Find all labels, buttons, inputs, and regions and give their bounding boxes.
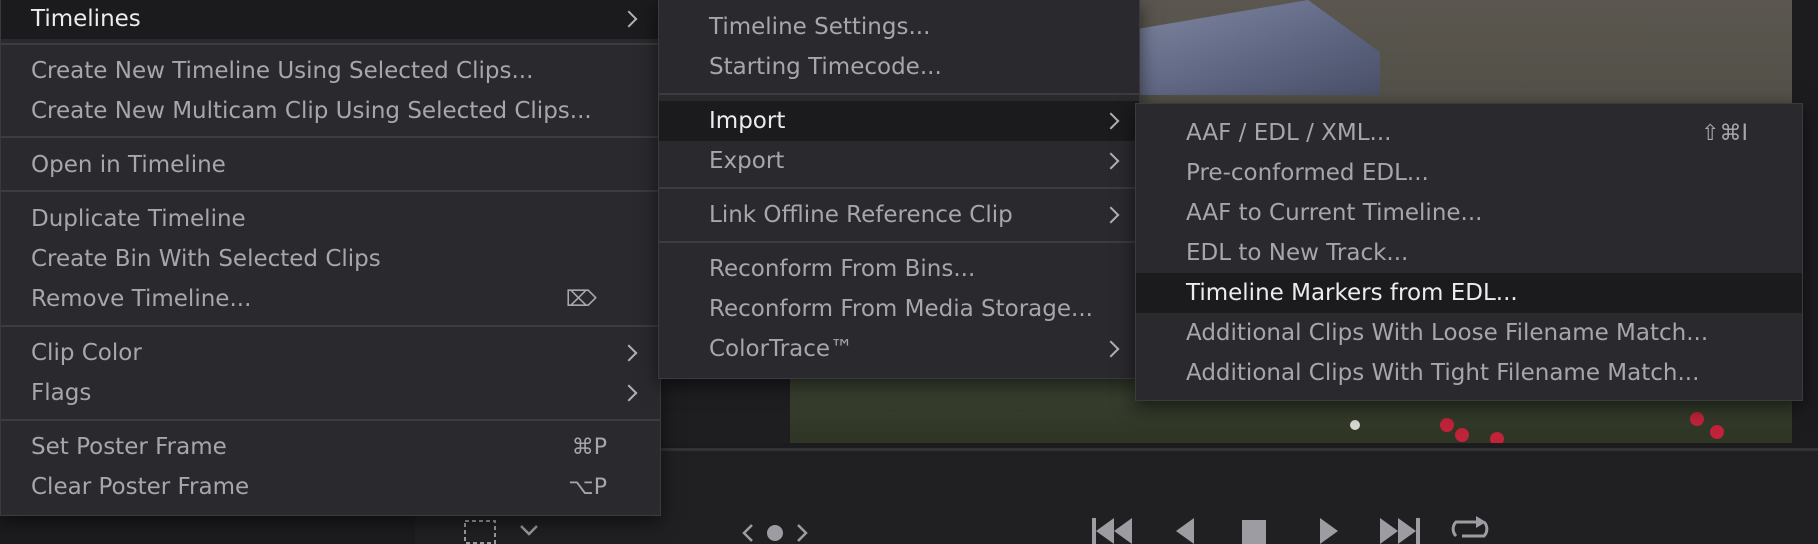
chevron-down-icon[interactable]: [518, 522, 540, 544]
menu-item-export[interactable]: Export: [659, 141, 1139, 181]
menu-item-create-multicam-clip[interactable]: Create New Multicam Clip Using Selected …: [1, 91, 660, 131]
play-reverse-icon[interactable]: [1172, 516, 1198, 544]
menu-item-label: Reconform From Bins...: [709, 256, 976, 282]
chevron-right-icon: [1102, 112, 1120, 130]
menu-item-create-new-timeline[interactable]: Create New Timeline Using Selected Clips…: [1, 51, 660, 91]
menu-item-label: Clear Poster Frame: [31, 474, 250, 500]
viewer-image-flower: [1455, 428, 1469, 442]
menu-item-label: Timeline Markers from EDL...: [1186, 280, 1518, 306]
delete-forward-icon: ⌦: [565, 286, 597, 312]
menu-item-flags[interactable]: Flags: [1, 373, 660, 413]
menu-item-label: Reconform From Media Storage...: [709, 296, 1093, 322]
menu-item-label: Additional Clips With Tight Filename Mat…: [1186, 360, 1700, 386]
viewer-image-flower: [1690, 412, 1704, 426]
menu-item-shortcut: ⇧⌘I: [1701, 120, 1748, 146]
menu-item-colortrace[interactable]: ColorTrace™: [659, 329, 1139, 369]
app-window: Timelines Create New Timeline Using Sele…: [0, 0, 1818, 544]
menu-item-label: Create Bin With Selected Clips: [31, 246, 381, 272]
menu-separator: [659, 93, 1139, 95]
menu-item-label: Pre-conformed EDL...: [1186, 160, 1429, 186]
chevron-right-icon: [620, 344, 638, 362]
menu-item-reconform-from-bins[interactable]: Reconform From Bins...: [659, 249, 1139, 289]
play-icon[interactable]: [1316, 516, 1342, 544]
context-menu-main: Timelines Create New Timeline Using Sele…: [0, 0, 661, 516]
menu-item-label: Remove Timeline...: [31, 286, 252, 312]
menu-item-pre-conformed-edl[interactable]: Pre-conformed EDL...: [1136, 153, 1802, 193]
submenu-timelines: Timeline Settings... Starting Timecode..…: [658, 0, 1140, 379]
menu-item-shortcut: ⌥P: [568, 474, 607, 500]
menu-separator: [1, 43, 660, 45]
menu-item-timelines[interactable]: Timelines: [1, 0, 660, 39]
menu-item-clear-poster-frame[interactable]: Clear Poster Frame ⌥P: [1, 467, 660, 507]
menu-item-label: Duplicate Timeline: [31, 206, 246, 232]
menu-separator: [1, 419, 660, 421]
viewer-image-barn: [1140, 0, 1380, 95]
menu-item-label: ColorTrace™: [709, 336, 854, 362]
submenu-import: AAF / EDL / XML... ⇧⌘I Pre-conformed EDL…: [1135, 103, 1803, 401]
menu-item-aaf-to-current-timeline[interactable]: AAF to Current Timeline...: [1136, 193, 1802, 233]
menu-item-label: Clip Color: [31, 340, 142, 366]
chevron-right-icon: [620, 384, 638, 402]
menu-item-starting-timecode[interactable]: Starting Timecode...: [659, 47, 1139, 87]
menu-item-shortcut: ⌘P: [571, 434, 607, 460]
viewer-image-flower: [1710, 425, 1724, 439]
menu-item-label: Timelines: [31, 6, 141, 32]
menu-item-additional-clips-tight[interactable]: Additional Clips With Tight Filename Mat…: [1136, 353, 1802, 393]
viewer-image-flower: [1490, 432, 1504, 443]
menu-item-additional-clips-loose[interactable]: Additional Clips With Loose Filename Mat…: [1136, 313, 1802, 353]
viewer-image-flower: [1440, 418, 1454, 432]
menu-item-create-bin[interactable]: Create Bin With Selected Clips: [1, 239, 660, 279]
stop-icon[interactable]: [1240, 518, 1268, 544]
menu-item-remove-timeline[interactable]: Remove Timeline... ⌦: [1, 279, 660, 319]
chevron-right-icon: [1102, 206, 1120, 224]
menu-item-duplicate-timeline[interactable]: Duplicate Timeline: [1, 199, 660, 239]
menu-item-label: AAF / EDL / XML...: [1186, 120, 1392, 146]
menu-item-clip-color[interactable]: Clip Color: [1, 333, 660, 373]
menu-item-label: Link Offline Reference Clip: [709, 202, 1013, 228]
menu-item-label: Flags: [31, 380, 92, 406]
prev-clip-icon[interactable]: [740, 522, 810, 544]
menu-item-label: Create New Multicam Clip Using Selected …: [31, 98, 592, 124]
chevron-right-icon: [1102, 152, 1120, 170]
menu-item-label: Starting Timecode...: [709, 54, 942, 80]
menu-separator: [1, 136, 660, 138]
menu-item-aaf-edl-xml[interactable]: AAF / EDL / XML... ⇧⌘I: [1136, 113, 1802, 153]
menu-item-set-poster-frame[interactable]: Set Poster Frame ⌘P: [1, 427, 660, 467]
menu-separator: [659, 241, 1139, 243]
menu-item-open-in-timeline[interactable]: Open in Timeline: [1, 145, 660, 185]
loop-icon[interactable]: [1448, 514, 1492, 544]
menu-item-import[interactable]: Import: [659, 101, 1139, 141]
menu-item-timeline-markers-from-edl[interactable]: Timeline Markers from EDL...: [1136, 273, 1802, 313]
menu-item-label: Open in Timeline: [31, 152, 226, 178]
menu-item-label: Additional Clips With Loose Filename Mat…: [1186, 320, 1709, 346]
menu-item-label: Import: [709, 108, 786, 134]
menu-item-timeline-settings[interactable]: Timeline Settings...: [659, 7, 1139, 47]
menu-item-label: EDL to New Track...: [1186, 240, 1409, 266]
menu-item-label: Timeline Settings...: [709, 14, 931, 40]
menu-item-label: Create New Timeline Using Selected Clips…: [31, 58, 534, 84]
viewer-image-flower: [1350, 420, 1360, 430]
menu-item-label: Set Poster Frame: [31, 434, 227, 460]
menu-separator: [1, 190, 660, 192]
chevron-right-icon: [1102, 340, 1120, 358]
menu-item-label: Export: [709, 148, 785, 174]
menu-separator: [1, 325, 660, 327]
go-to-end-icon[interactable]: [1378, 516, 1422, 544]
menu-separator: [659, 187, 1139, 189]
viewer-size-icon[interactable]: [462, 518, 500, 544]
go-to-start-icon[interactable]: [1090, 516, 1134, 544]
menu-item-label: AAF to Current Timeline...: [1186, 200, 1483, 226]
chevron-right-icon: [620, 10, 638, 28]
menu-item-edl-to-new-track[interactable]: EDL to New Track...: [1136, 233, 1802, 273]
menu-item-link-offline-reference-clip[interactable]: Link Offline Reference Clip: [659, 195, 1139, 235]
menu-item-reconform-from-media-storage[interactable]: Reconform From Media Storage...: [659, 289, 1139, 329]
